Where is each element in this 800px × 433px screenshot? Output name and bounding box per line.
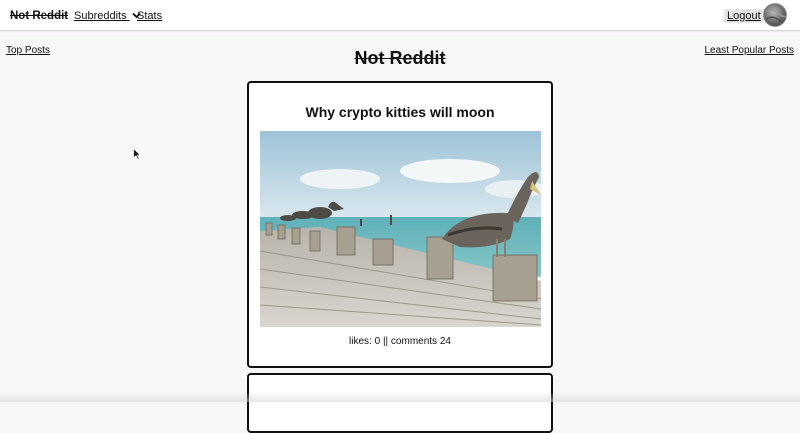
post-title[interactable]: Why crypto kitties will moon bbox=[249, 104, 551, 120]
top-navbar: Not Reddit Subreddits Stats Logout bbox=[0, 0, 800, 31]
page-title: Not Reddit bbox=[354, 48, 446, 68]
comments-count[interactable]: comments 24 bbox=[391, 336, 451, 347]
logout-button[interactable]: Logout bbox=[724, 9, 764, 23]
post-card[interactable] bbox=[247, 373, 553, 433]
post-image bbox=[260, 131, 541, 327]
stats-link[interactable]: Stats bbox=[137, 10, 162, 22]
meta-separator: || bbox=[382, 336, 389, 347]
avatar[interactable] bbox=[763, 3, 787, 27]
scroll-fade bbox=[0, 392, 800, 402]
post-meta: likes: 0 || comments 24 bbox=[249, 336, 551, 347]
mouse-cursor-icon bbox=[133, 148, 141, 160]
post-card[interactable]: Why crypto kitties will moon likes: 0 ||… bbox=[247, 81, 553, 368]
avatar-image bbox=[764, 4, 786, 26]
subreddits-label: Subreddits bbox=[74, 10, 127, 22]
subreddits-dropdown[interactable]: Subreddits bbox=[74, 10, 141, 22]
brand-link[interactable]: Not Reddit bbox=[10, 10, 68, 22]
likes-count[interactable]: likes: 0 bbox=[349, 336, 380, 347]
